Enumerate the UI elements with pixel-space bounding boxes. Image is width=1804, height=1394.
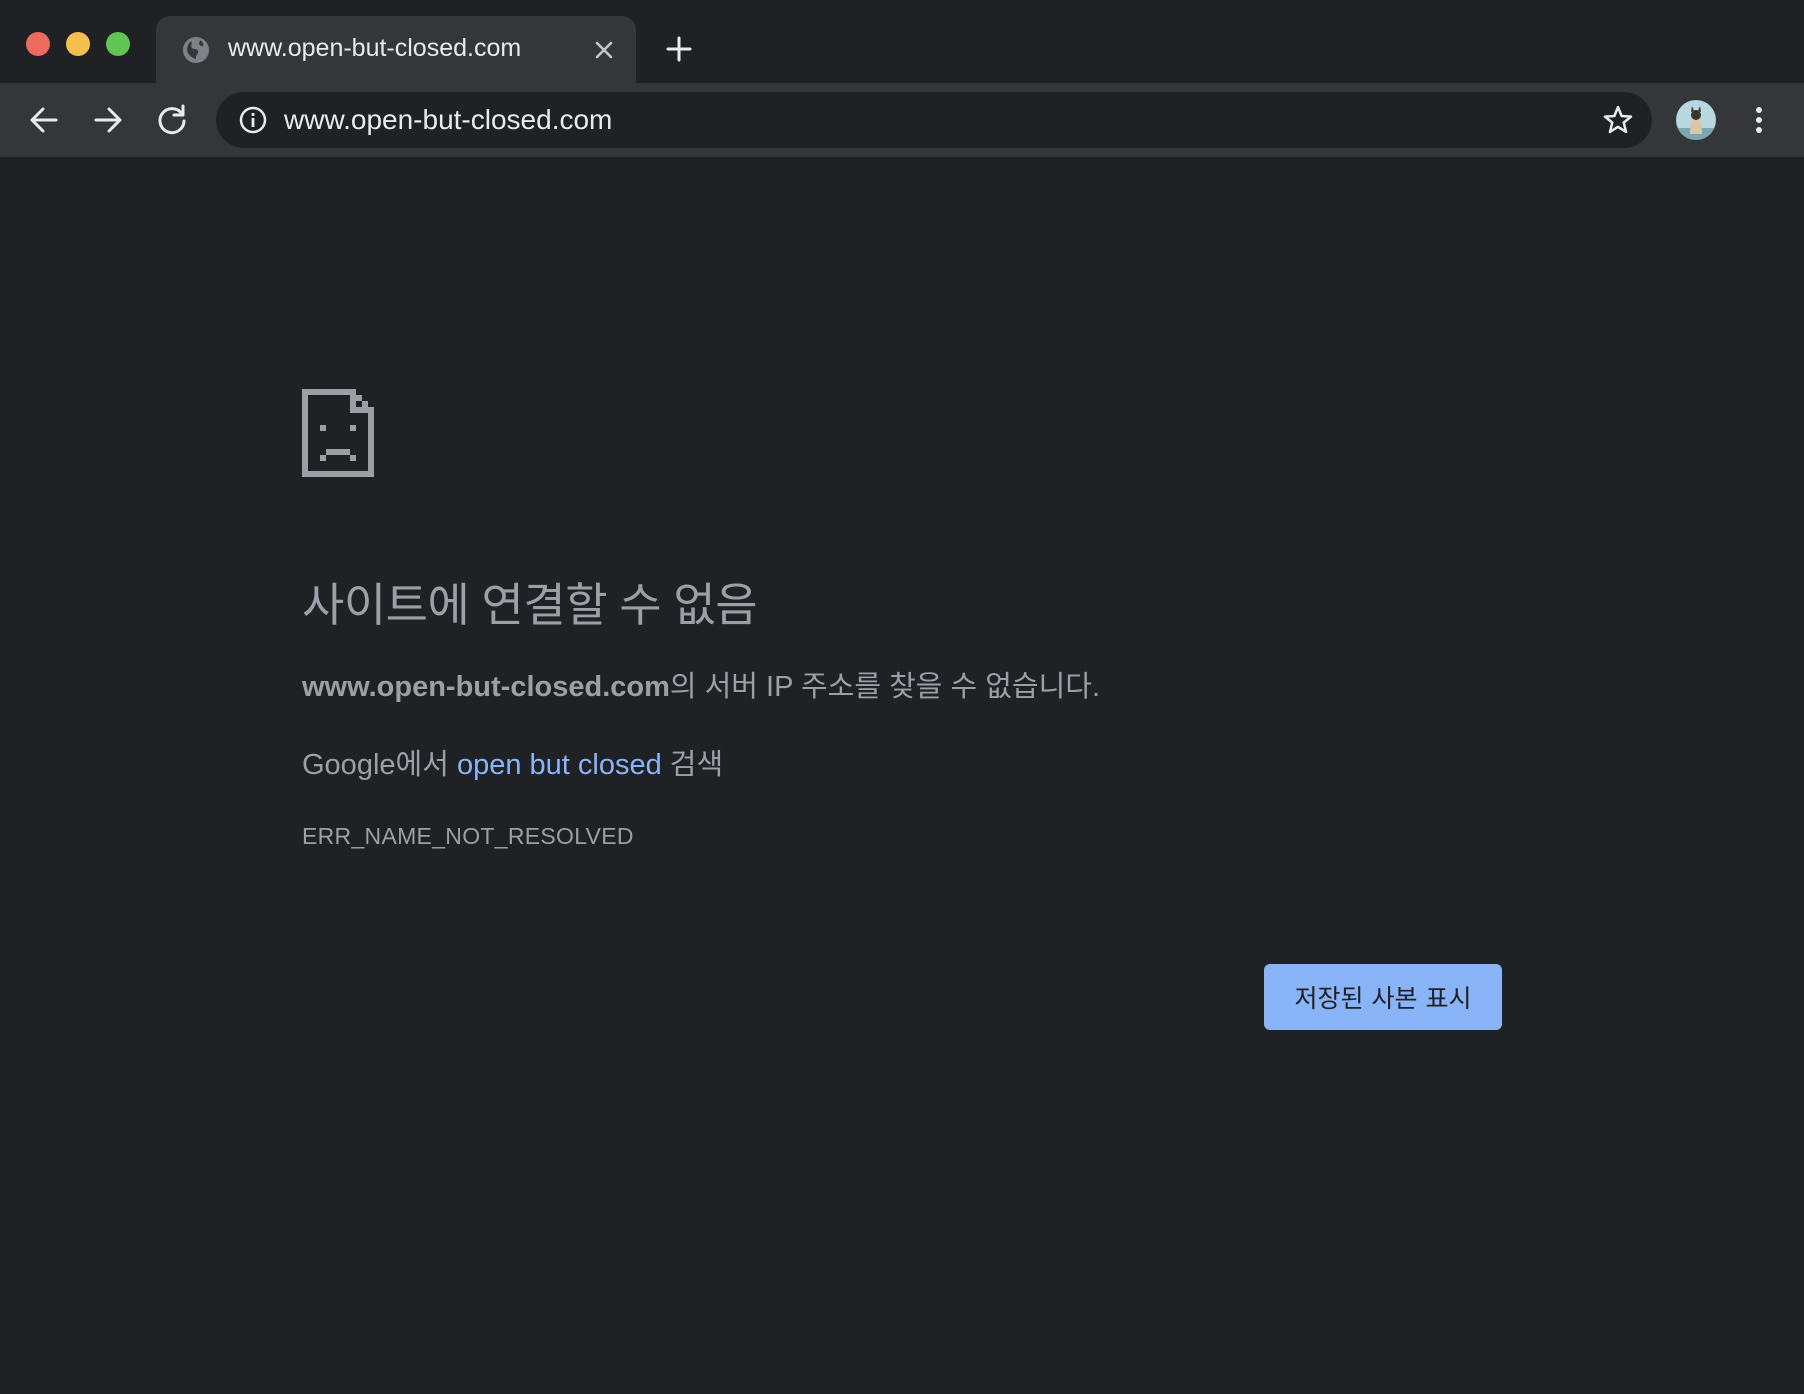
search-prefix: Google에서 xyxy=(302,749,457,781)
close-window-button[interactable] xyxy=(26,32,50,56)
reload-icon[interactable] xyxy=(153,101,191,139)
close-icon[interactable] xyxy=(592,38,616,62)
error-description-text: 의 서버 IP 주소를 찾을 수 없습니다. xyxy=(669,671,1101,703)
error-host: www.open-but-closed.com xyxy=(302,671,670,703)
tab-title: www.open-but-closed.com xyxy=(228,34,522,62)
star-icon[interactable] xyxy=(1602,104,1634,136)
arrow-left-icon[interactable] xyxy=(25,101,63,139)
tab-strip: www.open-but-closed.com xyxy=(0,0,1804,83)
search-suffix: 검색 xyxy=(661,749,724,781)
show-cached-copy-button[interactable]: 저장된 사본 표시 xyxy=(1264,964,1502,1030)
arrow-right-icon[interactable] xyxy=(89,101,127,139)
browser-window: www.open-but-closed.com www.open-but-clo… xyxy=(0,0,1804,1394)
search-suggestion: Google에서 open but closed 검색 xyxy=(302,741,723,783)
minimize-window-button[interactable] xyxy=(66,32,90,56)
info-icon[interactable] xyxy=(238,105,268,135)
search-link[interactable]: open but closed xyxy=(457,749,662,781)
error-description: www.open-but-closed.com의 서버 IP 주소를 찾을 수 … xyxy=(302,663,1100,705)
sad-document-icon xyxy=(302,389,374,477)
plus-icon[interactable] xyxy=(664,34,694,64)
error-title: 사이트에 연결할 수 없음 xyxy=(302,579,758,631)
url-text[interactable]: www.open-but-closed.com xyxy=(284,104,612,136)
page-content: 사이트에 연결할 수 없음 www.open-but-closed.com의 서… xyxy=(0,157,1804,1394)
globe-icon xyxy=(182,36,210,64)
zoom-window-button[interactable] xyxy=(106,32,130,56)
profile-avatar[interactable] xyxy=(1676,100,1716,140)
kebab-menu-icon[interactable] xyxy=(1744,100,1774,140)
address-bar[interactable]: www.open-but-closed.com xyxy=(216,92,1652,148)
error-code: ERR_NAME_NOT_RESOLVED xyxy=(302,823,634,849)
toolbar: www.open-but-closed.com xyxy=(0,83,1804,157)
tab-active[interactable]: www.open-but-closed.com xyxy=(156,16,636,83)
